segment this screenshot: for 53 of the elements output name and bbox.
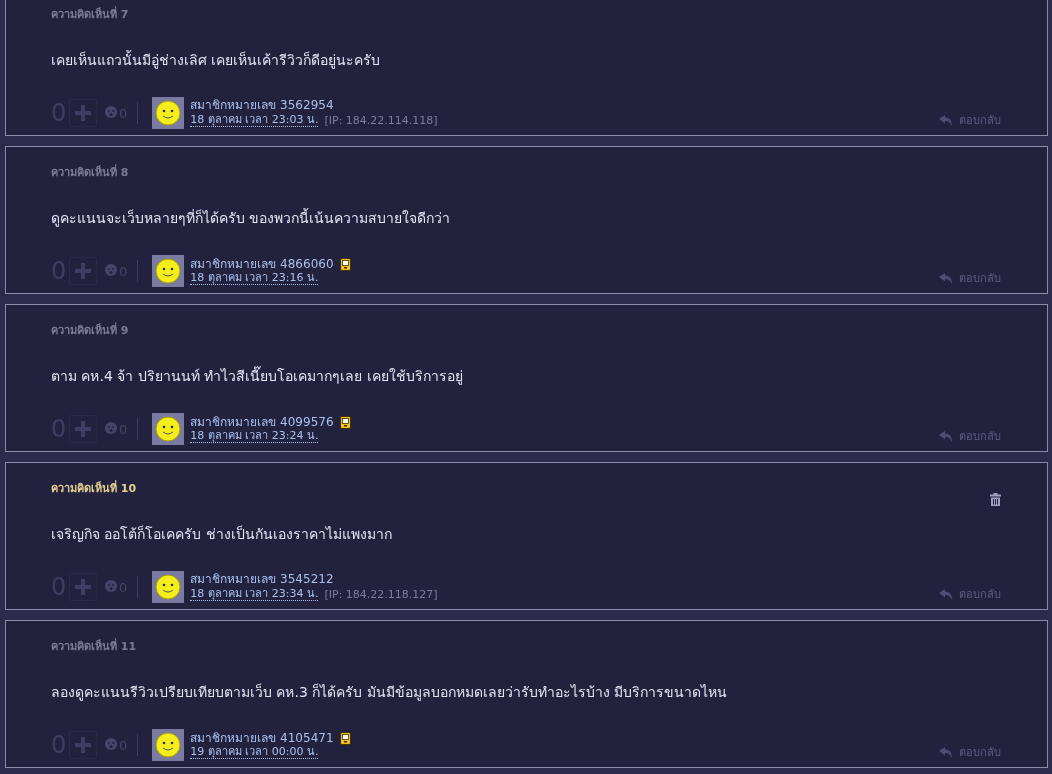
reply-icon	[939, 746, 953, 758]
comment-label: ความคิดเห็นที่ 10	[51, 479, 138, 495]
post-date-link[interactable]: 18 ตุลาคม เวลา 23:34 น.	[190, 588, 319, 601]
ip-address: [IP: 184.22.114.118]	[324, 113, 438, 128]
username[interactable]: สมาชิกหมายเลข 3562954	[190, 98, 334, 113]
trash-icon[interactable]	[990, 493, 1001, 506]
vote-button[interactable]	[69, 257, 97, 285]
smiley-avatar-icon	[155, 100, 182, 126]
reply-icon	[939, 588, 953, 600]
reply-icon	[939, 114, 953, 126]
smiley-avatar-icon	[155, 574, 182, 600]
post-date-link[interactable]: 18 ตุลาคม เวลา 23:16 น.	[190, 272, 319, 285]
reply-icon	[939, 272, 953, 284]
emotion-icon[interactable]	[105, 263, 117, 276]
comment-label: ความคิดเห็นที่ 9	[51, 321, 130, 337]
smiley-avatar-icon	[155, 258, 182, 284]
avatar[interactable]	[152, 97, 185, 129]
smiley-avatar-icon	[155, 732, 182, 758]
plus-icon	[75, 579, 91, 595]
username[interactable]: สมาชิกหมายเลข 4105471	[190, 731, 334, 746]
emotion-icon[interactable]	[105, 737, 117, 750]
plus-icon	[75, 421, 91, 437]
plus-icon	[75, 105, 91, 121]
comment-text: ดูคะแนนจะเว็บหลายๆที่ก็ได้ครับ ของพวกนี้เน้นความสบายใจดีกว่า	[51, 207, 452, 227]
plus-icon	[75, 263, 91, 279]
avatar[interactable]	[152, 413, 185, 445]
emotion-icon[interactable]	[105, 105, 117, 118]
comment-text: เคยเห็นแถวนั้นมีอู่ช่างเลิศ เคยเห็นเค้ารีวิวก็ดีอยู่นะครับ	[51, 49, 382, 69]
avatar[interactable]	[152, 729, 185, 761]
post-date-link[interactable]: 19 ตุลาคม เวลา 00:00 น.	[190, 746, 319, 759]
post-date-link[interactable]: 18 ตุลาคม เวลา 23:24 น.	[190, 430, 319, 443]
emotion-icon[interactable]	[105, 579, 117, 592]
vote-button[interactable]	[69, 731, 97, 759]
reply-icon	[939, 430, 953, 442]
vote-button[interactable]	[69, 415, 97, 443]
comment-text: ลองดูคะแนนรีวิวเปรียบเทียบตามเว็บ คห.3 ก็ได้ครับ มันมีข้อมูลบอกหมดเลยว่ารับทำอะไรบ้าง มีบริการขนาดไหน	[51, 682, 729, 701]
comment-label: ความคิดเห็นที่ 11	[51, 637, 138, 653]
ip-address: [IP: 184.22.118.127]	[324, 587, 438, 602]
avatar[interactable]	[152, 255, 185, 287]
emotion-icon[interactable]	[105, 421, 117, 434]
smiley-avatar-icon	[155, 416, 182, 442]
vote-button[interactable]	[69, 573, 97, 601]
comment-label: ความคิดเห็นที่ 7	[51, 5, 130, 21]
vote-button[interactable]	[69, 99, 97, 127]
username[interactable]: สมาชิกหมายเลข 4099576	[190, 415, 334, 430]
plus-icon	[75, 737, 91, 753]
username[interactable]: สมาชิกหมายเลข 4866060	[190, 257, 334, 272]
comment-text: เจริญกิจ ออโต้ก็โอเคครับ ช่างเป็นกันเองราคาไม่แพงมาก	[51, 524, 393, 543]
comment-text: ตาม คห.4 จ้า ปริยานนท์ ทำไวสีเนี๊ยบโอเคมากๆเลย เคยใช้บริการอยู่	[51, 365, 464, 385]
avatar[interactable]	[152, 571, 185, 603]
comment-label: ความคิดเห็นที่ 8	[51, 163, 130, 179]
post-date-link[interactable]: 18 ตุลาคม เวลา 23:03 น.	[190, 114, 319, 127]
username[interactable]: สมาชิกหมายเลข 3545212	[190, 572, 334, 587]
